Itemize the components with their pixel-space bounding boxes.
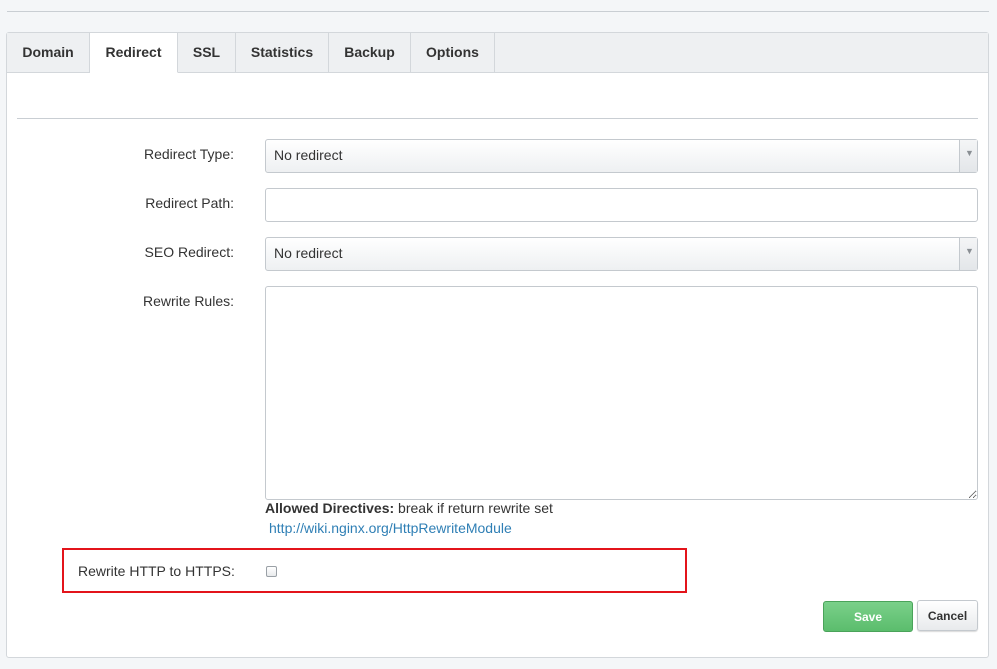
settings-panel: Domain Redirect SSL Statistics Backup Op… xyxy=(6,32,989,658)
allowed-directives-value: break if return rewrite set xyxy=(398,500,553,516)
redirect-type-select[interactable]: No redirect ▼ xyxy=(265,139,978,173)
redirect-type-dropdown-toggle[interactable]: ▼ xyxy=(959,140,977,172)
rewrite-rules-textarea[interactable] xyxy=(265,286,978,500)
allowed-directives-label: Allowed Directives: xyxy=(265,500,395,516)
cancel-button[interactable]: Cancel xyxy=(917,600,978,631)
rewrite-https-checkbox[interactable] xyxy=(266,566,277,577)
seo-redirect-select[interactable]: No redirect ▼ xyxy=(265,237,978,271)
seo-redirect-value: No redirect xyxy=(274,245,343,261)
nginx-rewrite-help-link[interactable]: http://wiki.nginx.org/HttpRewriteModule xyxy=(269,520,512,536)
seo-redirect-label: SEO Redirect: xyxy=(144,244,234,260)
top-divider xyxy=(7,11,989,12)
rewrite-rules-label: Rewrite Rules: xyxy=(142,293,234,309)
form-divider xyxy=(17,118,978,119)
allowed-directives-hint: Allowed Directives: break if return rewr… xyxy=(265,500,553,516)
tab-redirect[interactable]: Redirect xyxy=(90,33,178,73)
redirect-type-label: Redirect Type: xyxy=(143,146,234,162)
tab-ssl[interactable]: SSL xyxy=(178,33,236,73)
chevron-down-icon: ▼ xyxy=(965,246,974,256)
save-button[interactable]: Save xyxy=(823,601,913,632)
redirect-path-label: Redirect Path: xyxy=(145,195,234,211)
seo-redirect-dropdown-toggle[interactable]: ▼ xyxy=(959,238,977,270)
redirect-type-value: No redirect xyxy=(274,147,343,163)
tab-bar: Domain Redirect SSL Statistics Backup Op… xyxy=(7,33,988,73)
rewrite-https-label: Rewrite HTTP to HTTPS: xyxy=(78,563,235,579)
redirect-path-input[interactable] xyxy=(265,188,978,222)
tab-backup[interactable]: Backup xyxy=(329,33,411,73)
tab-statistics[interactable]: Statistics xyxy=(236,33,329,73)
tab-domain[interactable]: Domain xyxy=(7,33,90,73)
tab-options[interactable]: Options xyxy=(411,33,495,73)
chevron-down-icon: ▼ xyxy=(965,148,974,158)
